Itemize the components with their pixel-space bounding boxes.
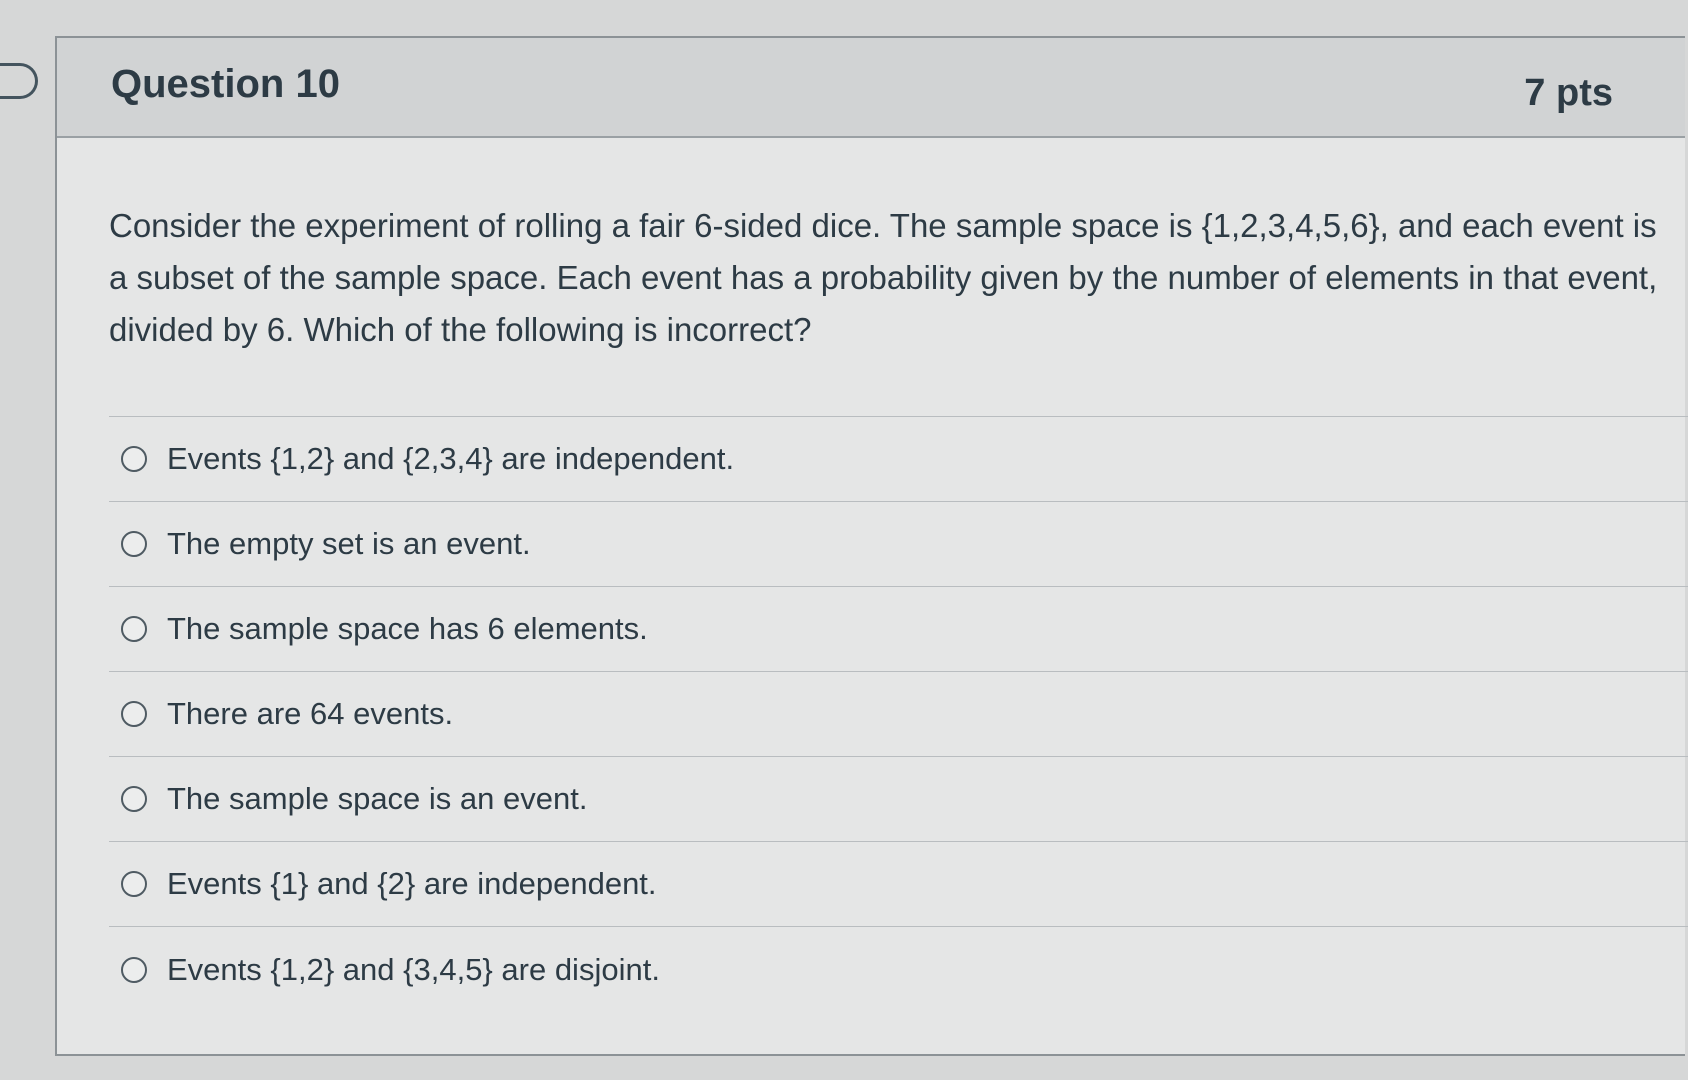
answer-label[interactable]: The empty set is an event. bbox=[167, 526, 531, 562]
answer-label[interactable]: The sample space has 6 elements. bbox=[167, 611, 648, 647]
answer-option-3[interactable]: The sample space has 6 elements. bbox=[109, 587, 1688, 672]
answer-option-6[interactable]: Events {1} and {2} are independent. bbox=[109, 842, 1688, 927]
radio-button-icon[interactable] bbox=[121, 786, 147, 812]
answer-label[interactable]: Events {1,2} and {2,3,4} are independent… bbox=[167, 441, 734, 477]
question-body: Consider the experiment of rolling a fai… bbox=[57, 138, 1688, 1012]
radio-button-icon[interactable] bbox=[121, 446, 147, 472]
answer-label[interactable]: Events {1} and {2} are independent. bbox=[167, 866, 657, 902]
question-header: Question 10 7 pts bbox=[57, 38, 1685, 138]
radio-button-icon[interactable] bbox=[121, 701, 147, 727]
answer-option-2[interactable]: The empty set is an event. bbox=[109, 502, 1688, 587]
question-text: Consider the experiment of rolling a fai… bbox=[109, 207, 1658, 348]
answer-option-7[interactable]: Events {1,2} and {3,4,5} are disjoint. bbox=[109, 927, 1688, 1012]
answer-label[interactable]: The sample space is an event. bbox=[167, 781, 587, 817]
radio-button-icon[interactable] bbox=[121, 956, 147, 983]
bookmark-flag-icon[interactable] bbox=[0, 63, 38, 99]
question-points: 7 pts bbox=[1524, 72, 1613, 114]
answer-option-4[interactable]: There are 64 events. bbox=[109, 672, 1688, 757]
answer-option-5[interactable]: The sample space is an event. bbox=[109, 757, 1688, 842]
radio-button-icon[interactable] bbox=[121, 531, 147, 557]
answer-list: Events {1,2} and {2,3,4} are independent… bbox=[109, 416, 1688, 1012]
answer-option-1[interactable]: Events {1,2} and {2,3,4} are independent… bbox=[109, 417, 1688, 502]
question-title: Question 10 bbox=[111, 62, 340, 106]
radio-button-icon[interactable] bbox=[121, 616, 147, 642]
answer-label[interactable]: Events {1,2} and {3,4,5} are disjoint. bbox=[167, 952, 660, 988]
answer-label[interactable]: There are 64 events. bbox=[167, 696, 453, 732]
radio-button-icon[interactable] bbox=[121, 871, 147, 897]
question-card: Question 10 7 pts Consider the experimen… bbox=[55, 36, 1688, 1056]
